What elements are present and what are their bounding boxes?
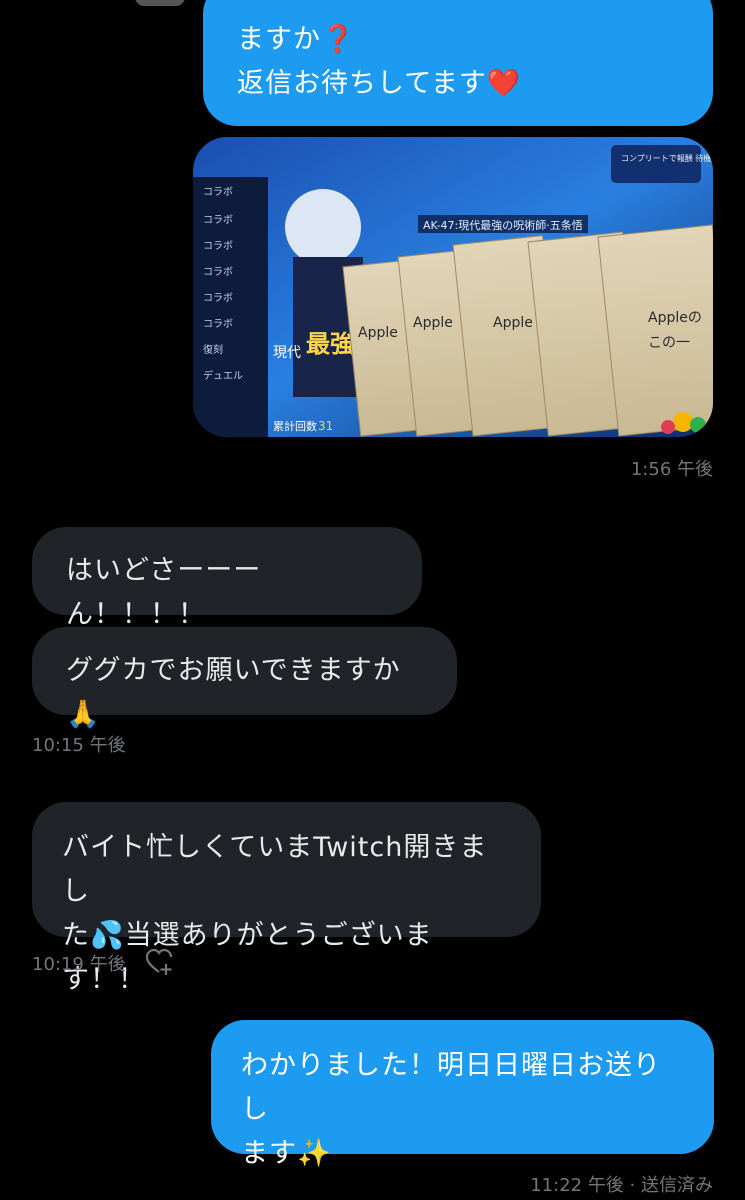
avatar [135, 0, 185, 6]
message-line: た💦当選ありがとうございます！！ [62, 920, 433, 995]
card-text: Appleの [648, 310, 702, 326]
menu-label: コラボ [203, 240, 233, 252]
image-banner-text: AK-47:現代最強の呪術師·五条悟 [423, 218, 583, 232]
image-title-big: 最強 [306, 330, 354, 358]
image-counter-value: 31 [318, 419, 333, 433]
image-counter-label: 累計回数 [273, 419, 317, 433]
timestamp: 1:56 午後 [630, 459, 713, 480]
card-text: Apple [358, 325, 398, 341]
menu-label: コラボ [203, 318, 233, 330]
timestamp-sent-status: 11:22 午後 · 送信済み [530, 1175, 713, 1196]
menu-label: コラボ [203, 266, 233, 278]
message-line: わかりました！明日日曜日お送りし [241, 1050, 661, 1125]
message-bubble-received[interactable]: バイト忙しくていまTwitch開きまし た💦当選ありがとうございます！！ [32, 802, 541, 995]
card-text: Apple [413, 315, 453, 331]
message-bubble-sent[interactable]: ますか❓ 返信お待ちしてます❤️ [203, 0, 713, 126]
image-title-small: 現代 [273, 345, 301, 361]
message-bubble-received[interactable]: ググカでお願いできますか🙏 [32, 627, 457, 730]
image-notice: コンプリートで報酬 待機場天空変化 [621, 153, 713, 163]
image-attachment[interactable]: コラボ コラボ コラボ コラボ コラボ コラボ 復刻 デュエル AK-47:現代… [193, 137, 713, 437]
menu-label: コラボ [203, 214, 233, 226]
message-text: はいどさーーーん！！！！ [66, 555, 262, 630]
card-text: この一 [648, 335, 690, 351]
timestamp: 10:15 午後 [32, 735, 126, 756]
menu-label: 復刻 [203, 343, 223, 356]
message-bubble-received[interactable]: はいどさーーーん！！！！ [32, 527, 422, 630]
message-line: ますか❓ [237, 24, 356, 55]
message-line: バイト忙しくていまTwitch開きまし [62, 832, 488, 907]
menu-label: コラボ [203, 292, 233, 304]
timestamp: 10:19 午後 [32, 954, 126, 975]
menu-label: コラボ [203, 186, 233, 198]
message-bubble-sent[interactable]: わかりました！明日日曜日お送りし ます✨ [211, 1020, 714, 1169]
heart-emoji-icon: ❤️ [486, 68, 522, 99]
message-line: 返信お待ちしてます❤️ [237, 68, 522, 99]
question-icon: ❓ [321, 24, 356, 55]
heart-add-reaction-icon[interactable] [145, 948, 175, 976]
menu-label: デュエル [203, 369, 243, 382]
card-text: Apple [493, 315, 533, 331]
message-line: ます✨ [241, 1138, 332, 1169]
message-text: ググカでお願いできますか🙏 [66, 655, 401, 730]
